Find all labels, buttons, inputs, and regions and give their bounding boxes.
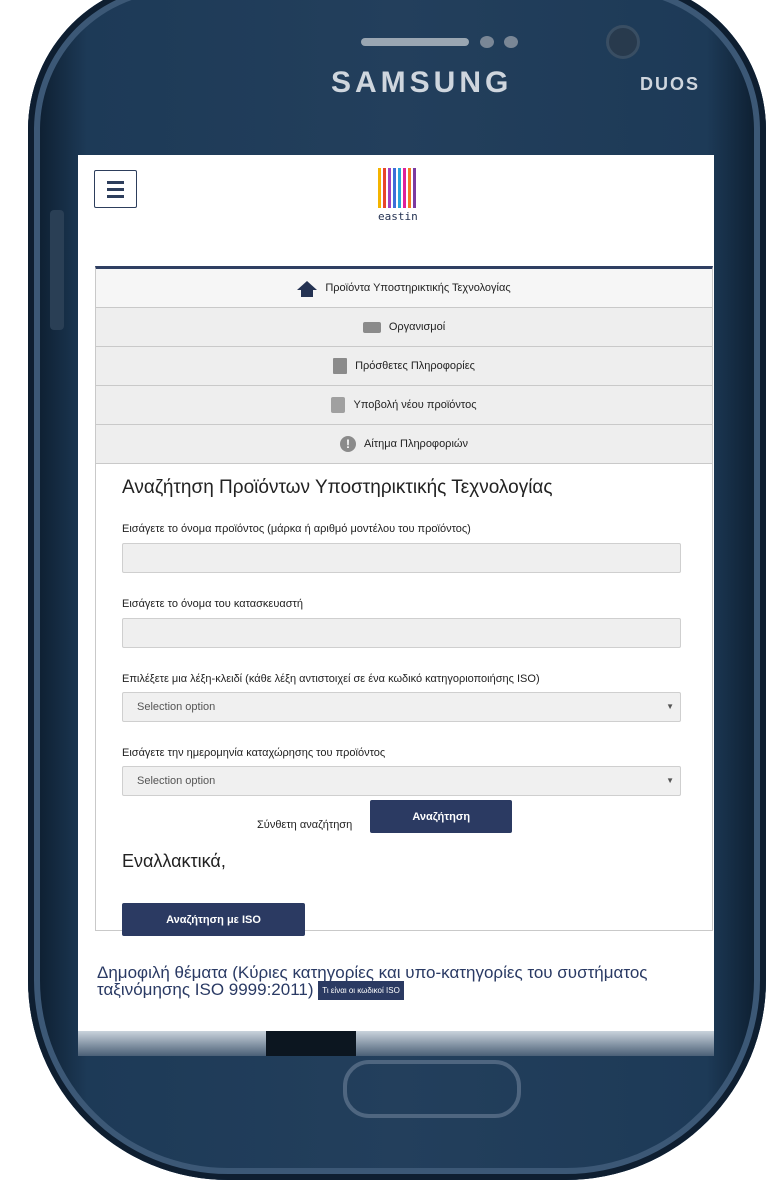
nav-item-label: Πρόσθετες Πληροφορίες [355, 360, 475, 372]
keyword-select[interactable]: Selection option ▼ [122, 692, 681, 722]
logo-bar [378, 168, 381, 208]
hamburger-menu-button[interactable] [94, 170, 137, 208]
phone-screen: eastin Προϊόντα Υποστηρικτικής Τεχνολογί… [78, 155, 714, 1031]
hamburger-icon-line [107, 187, 124, 191]
phone-model-badge: DUOS [640, 74, 701, 94]
phone-speaker [361, 38, 469, 46]
alternative-text: Εναλλακτικά, [122, 851, 226, 871]
date-select[interactable]: Selection option ▼ [122, 766, 681, 796]
iso-codes-badge[interactable]: Τι είναι οι κωδικοί ISO [318, 981, 404, 1001]
product-name-input[interactable] [122, 543, 681, 573]
nav-item-label: Υποβολή νέου προϊόντος [353, 399, 477, 411]
keyword-label: Επιλέξετε μια λέξη-κλειδί (κάθε λέξη αντ… [122, 673, 540, 685]
popular-topics-heading: Δημοφιλή θέματα (Κύριες κατηγορίες και υ… [97, 964, 697, 1001]
search-actions: Σύνθετη αναζήτηση Αναζήτηση [122, 800, 686, 833]
product-name-label: Εισάγετε το όνομα προϊόντος (μάρκα ή αρι… [122, 523, 471, 535]
date-select-value: Selection option [137, 775, 216, 787]
chevron-down-icon: ▼ [666, 702, 674, 711]
briefcase-icon [362, 321, 381, 333]
search-button[interactable]: Αναζήτηση [370, 800, 513, 833]
nav-item-info-request[interactable]: ! Αίτημα Πληροφοριών [96, 425, 712, 464]
search-form: Αναζήτηση Προϊόντων Υποστηρικτικής Τεχνο… [96, 477, 712, 936]
phone-sensor [504, 36, 518, 48]
logo-bar [413, 168, 416, 208]
date-label: Εισάγετε την ημερομηνία καταχώρησης του … [122, 747, 386, 759]
book-icon [333, 358, 348, 374]
chevron-down-icon: ▼ [666, 776, 674, 785]
phone-screen-bottom-edge [78, 1030, 714, 1056]
upload-icon [331, 397, 346, 413]
logo-text: eastin [378, 210, 418, 223]
logo-bar [398, 168, 401, 208]
logo-bar [408, 168, 411, 208]
nav-item-products[interactable]: Προϊόντα Υποστηρικτικής Τεχνολογίας [96, 269, 712, 308]
keyword-select-value: Selection option [137, 701, 216, 713]
phone-front-camera [606, 25, 640, 59]
logo-bar [383, 168, 386, 208]
manufacturer-input[interactable] [122, 618, 681, 648]
main-panel: Προϊόντα Υποστηρικτικής Τεχνολογίας Οργα… [95, 266, 713, 936]
nav-item-label: Αίτημα Πληροφοριών [364, 438, 468, 450]
phone-side-button [50, 210, 64, 330]
nav-item-label: Οργανισμοί [388, 321, 446, 333]
phone-brand: SAMSUNG [331, 66, 513, 99]
phone-home-button[interactable] [343, 1060, 521, 1118]
phone-sensor [480, 36, 494, 48]
hamburger-icon-line [107, 194, 124, 198]
home-icon [297, 280, 318, 297]
info-icon: ! [340, 436, 356, 452]
iso-search-button[interactable]: Αναζήτηση με ISO [122, 903, 305, 936]
eastin-logo[interactable]: eastin [378, 168, 418, 228]
hamburger-icon-line [107, 180, 124, 184]
search-title: Αναζήτηση Προϊόντων Υποστηρικτικής Τεχνο… [122, 477, 553, 498]
nav-item-organizations[interactable]: Οργανισμοί [96, 308, 712, 347]
nav-item-submit-product[interactable]: Υποβολή νέου προϊόντος [96, 386, 712, 425]
nav-item-more-info[interactable]: Πρόσθετες Πληροφορίες [96, 347, 712, 386]
logo-bar [403, 168, 406, 208]
logo-bar [388, 168, 391, 208]
advanced-search-link[interactable]: Σύνθετη αναζήτηση [257, 819, 352, 831]
logo-bar [393, 168, 396, 208]
manufacturer-label: Εισάγετε το όνομα του κατασκευαστή [122, 598, 303, 610]
logo-bars [378, 168, 418, 208]
nav-item-label: Προϊόντα Υποστηρικτικής Τεχνολογίας [325, 282, 511, 294]
